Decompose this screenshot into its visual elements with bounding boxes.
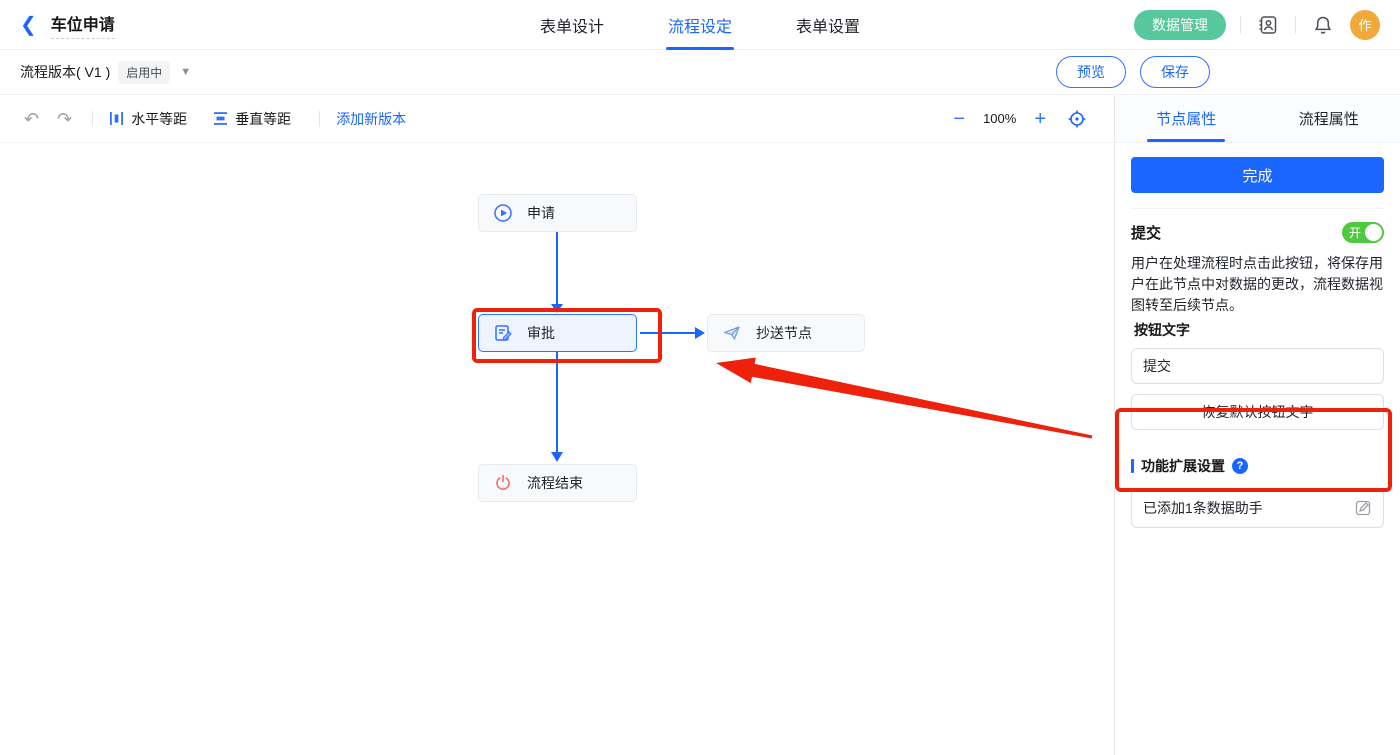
chevron-down-icon[interactable]: ▼ — [180, 66, 191, 78]
data-assistant-field[interactable]: 已添加1条数据助手 — [1131, 488, 1384, 528]
data-assistant-value: 已添加1条数据助手 — [1143, 498, 1354, 518]
contacts-icon[interactable] — [1255, 12, 1281, 38]
divider — [92, 111, 93, 127]
done-button[interactable]: 完成 — [1131, 157, 1384, 193]
zoom-level: 100% — [983, 111, 1016, 126]
divider — [1240, 16, 1241, 34]
tab-form-design[interactable]: 表单设计 — [538, 0, 606, 50]
node-label: 审批 — [527, 323, 555, 343]
divider — [319, 111, 320, 127]
properties-panel: 节点属性 流程属性 完成 提交 开 用户在处理流程时点击此按钮，将保存用户在此节… — [1114, 95, 1400, 755]
avatar[interactable]: 作 — [1350, 10, 1380, 40]
top-bar: ❮ 车位申请 表单设计 流程设定 表单设置 数据管理 作 — [0, 0, 1400, 50]
redo-icon[interactable]: ↷ — [57, 110, 72, 128]
section-bar — [1131, 459, 1134, 473]
data-manage-button[interactable]: 数据管理 — [1134, 10, 1226, 40]
button-text-label: 按钮文字 — [1131, 320, 1384, 340]
flow-connectors — [0, 143, 1114, 755]
submit-description: 用户在处理流程时点击此按钮，将保存用户在此节点中对数据的更改，流程数据视图转至后… — [1131, 253, 1384, 316]
node-cc[interactable]: 抄送节点 — [707, 314, 865, 352]
horizontal-spacing-button[interactable]: 水平等距 — [109, 109, 187, 129]
toggle-knob — [1365, 224, 1382, 241]
zoom-in-icon[interactable]: + — [1034, 109, 1046, 129]
zoom-out-icon[interactable]: − — [953, 109, 965, 129]
edit-icon[interactable] — [1354, 499, 1372, 517]
back-icon[interactable]: ❮ — [20, 15, 37, 35]
submit-toggle[interactable]: 开 — [1342, 222, 1384, 243]
toggle-on-label: 开 — [1349, 224, 1361, 241]
version-bar: 流程版本( V1 ) 启用中 ▼ 预览 保存 — [0, 50, 1400, 95]
play-circle-icon — [493, 203, 513, 223]
status-badge: 启用中 — [118, 61, 170, 84]
canvas-toolbar: ↶ ↷ 水平等距 垂直等距 添加新版本 — [0, 95, 1114, 143]
page-title: 车位申请 — [51, 11, 115, 39]
notification-bell-icon[interactable] — [1310, 12, 1336, 38]
power-icon — [493, 473, 513, 493]
tab-node-properties[interactable]: 节点属性 — [1115, 95, 1258, 142]
tab-form-setting[interactable]: 表单设置 — [794, 0, 862, 50]
node-approval[interactable]: 审批 — [478, 314, 637, 352]
main-tabs: 表单设计 流程设定 表单设置 — [538, 0, 862, 50]
node-apply[interactable]: 申请 — [478, 194, 637, 232]
restore-default-button[interactable]: 恢复默认按钮文字 — [1131, 394, 1384, 430]
vertical-spacing-button[interactable]: 垂直等距 — [213, 109, 291, 129]
divider — [1295, 16, 1296, 34]
add-version-link[interactable]: 添加新版本 — [336, 109, 406, 129]
button-text-input[interactable] — [1131, 348, 1384, 384]
node-label: 申请 — [527, 203, 555, 223]
preview-button[interactable]: 预览 — [1056, 56, 1126, 88]
vertical-spacing-icon — [213, 111, 228, 126]
tab-flow-properties[interactable]: 流程属性 — [1258, 95, 1400, 142]
paper-plane-icon — [722, 323, 742, 343]
save-button[interactable]: 保存 — [1140, 56, 1210, 88]
locate-icon[interactable] — [1064, 106, 1090, 132]
node-label: 流程结束 — [527, 473, 583, 493]
undo-icon[interactable]: ↶ — [24, 110, 39, 128]
help-icon[interactable]: ? — [1232, 458, 1248, 474]
submit-section-title: 提交 — [1131, 222, 1161, 243]
panel-tabs: 节点属性 流程属性 — [1115, 95, 1400, 143]
extension-section-title: 功能扩展设置 — [1141, 456, 1225, 476]
node-label: 抄送节点 — [756, 323, 812, 343]
version-label: 流程版本( V1 ) — [20, 62, 110, 82]
tab-flow-setting[interactable]: 流程设定 — [666, 0, 734, 50]
node-end[interactable]: 流程结束 — [478, 464, 637, 502]
horizontal-spacing-icon — [109, 111, 124, 126]
flow-canvas[interactable]: 申请 审批 抄送节点 — [0, 143, 1114, 755]
edit-doc-icon — [493, 323, 513, 343]
divider — [1131, 208, 1384, 209]
